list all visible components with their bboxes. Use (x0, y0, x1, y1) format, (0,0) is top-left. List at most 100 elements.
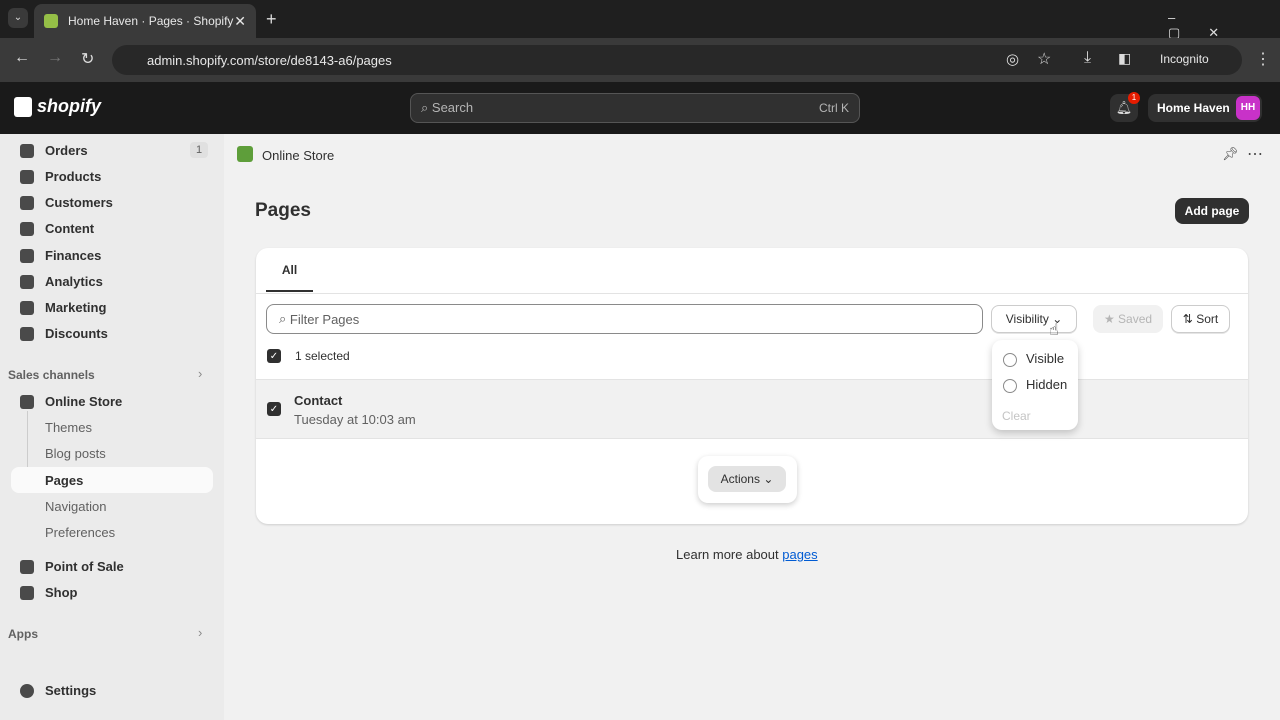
avatar: HH (1236, 96, 1260, 120)
window-controls[interactable]: –▢✕ (1168, 10, 1280, 41)
learn-more-label: Learn more about (676, 547, 783, 562)
search-icon: ⌕ (279, 311, 290, 326)
bank-icon (20, 248, 34, 263)
nav-label: Marketing (45, 300, 107, 315)
saved-button[interactable]: ★ Saved (1093, 305, 1163, 333)
sidebar-item-settings[interactable]: Settings (20, 683, 96, 698)
sidebar-item-blog-posts[interactable]: Blog posts (45, 446, 106, 461)
saved-label: Saved (1118, 312, 1153, 326)
store-menu[interactable]: Home Haven HH (1148, 94, 1262, 122)
more-icon[interactable]: ⋯ (1247, 144, 1263, 164)
active-item-bg (11, 467, 213, 493)
sidebar-item-themes[interactable]: Themes (45, 420, 92, 435)
notifications-button[interactable]: 🔔︎ 1 (1110, 92, 1140, 122)
sidebar-item-point-of-sale[interactable]: Point of Sale (20, 559, 124, 574)
nav-label: Customers (45, 195, 113, 210)
visibility-filter-button[interactable]: Visibility ⌄ (991, 305, 1077, 333)
clear-button[interactable]: Clear (1002, 409, 1031, 423)
chevron-down-icon: ⌄ (763, 472, 774, 486)
tab-label: All (281, 263, 298, 277)
nav-label: Analytics (45, 274, 103, 289)
back-icon[interactable]: ← (14, 49, 30, 67)
sidebar-item-finances[interactable]: Finances (20, 248, 101, 263)
target-icon (20, 300, 34, 315)
chevron-right-icon[interactable]: › (198, 366, 202, 381)
url-field[interactable]: admin.shopify.com/store/de8143-a6/pages (112, 45, 1242, 75)
chevron-right-icon[interactable]: › (198, 625, 202, 640)
nav-label: Finances (45, 248, 102, 263)
forward-icon[interactable]: → (47, 49, 63, 67)
sidebar-item-analytics[interactable]: Analytics (20, 274, 103, 289)
image-icon (20, 221, 34, 236)
option-hidden[interactable]: Hidden (1003, 377, 1067, 393)
sidebar-item-preferences[interactable]: Preferences (45, 525, 115, 540)
pin-icon[interactable]: 📌︎ (1222, 146, 1239, 162)
pos-icon (20, 559, 34, 574)
sidebar-item-marketing[interactable]: Marketing (20, 300, 106, 315)
notification-badge: 1 (1128, 92, 1140, 104)
filter-pages-input[interactable]: ⌕ Filter Pages (266, 304, 983, 334)
page-title: Pages (255, 200, 311, 221)
tag-icon (20, 169, 34, 184)
new-tab-button[interactable]: + (266, 9, 277, 30)
sidebar-item-discounts[interactable]: Discounts (20, 326, 108, 341)
nav-label: Content (45, 221, 95, 236)
incognito-badge[interactable]: Incognito (1150, 46, 1219, 72)
select-all-checkbox[interactable]: ✓ (267, 349, 281, 363)
store-name: Home Haven (1157, 101, 1230, 115)
sort-label: Sort (1196, 312, 1219, 326)
star-icon[interactable]: ☆ (1037, 49, 1051, 69)
pages-help-link[interactable]: pages (782, 547, 817, 562)
search-shortcut: Ctrl K (819, 101, 849, 115)
app-title: Online Store (262, 148, 335, 163)
browser-tab[interactable]: Home Haven · Pages · Shopify ✕ (34, 4, 256, 38)
logo-text: shopify (37, 96, 102, 116)
shop-icon (20, 585, 34, 600)
sidepanel-icon[interactable]: ◧ (1118, 50, 1131, 67)
apps-heading[interactable]: Apps (8, 627, 38, 641)
nav-label: Online Store (45, 394, 123, 409)
table-row[interactable] (256, 379, 1248, 439)
sidebar-item-pages[interactable]: Pages (45, 473, 83, 488)
sidebar-item-shop[interactable]: Shop (20, 585, 78, 600)
shopify-favicon-icon (44, 14, 58, 28)
download-icon[interactable]: ⤓ (1084, 49, 1091, 67)
orders-icon (20, 143, 34, 158)
shopify-bag-icon (14, 96, 32, 117)
row-checkbox[interactable]: ✓ (267, 402, 281, 416)
nav-label: Discounts (45, 326, 108, 341)
option-visible[interactable]: Visible (1003, 351, 1064, 367)
url-text: admin.shopify.com/store/de8143-a6/pages (147, 52, 392, 68)
bar-chart-icon (20, 274, 34, 289)
page-title-cell[interactable]: Contact (294, 393, 342, 408)
sidebar-item-products[interactable]: Products (20, 169, 101, 184)
add-page-button[interactable]: Add page (1175, 198, 1249, 224)
shopify-logo[interactable]: shopify (14, 96, 101, 117)
sidebar-item-orders[interactable]: Orders (20, 143, 88, 158)
sidebar-item-content[interactable]: Content (20, 221, 94, 236)
option-label: Hidden (1026, 377, 1068, 392)
close-tab-icon[interactable]: ✕ (234, 13, 246, 30)
reload-icon[interactable]: ↻ (81, 49, 94, 69)
nav-label: Products (45, 169, 102, 184)
browser-menu-icon[interactable]: ⋮ (1255, 49, 1271, 69)
selected-count: 1 selected (295, 349, 350, 363)
radio-hidden[interactable] (1003, 378, 1017, 393)
tab-all[interactable]: All (266, 258, 313, 292)
sort-button[interactable]: ⇅ Sort (1171, 305, 1230, 333)
eye-off-icon[interactable]: ◎ (1006, 50, 1019, 68)
person-icon (20, 195, 34, 210)
sidebar-item-navigation[interactable]: Navigation (45, 499, 106, 514)
radio-visible[interactable] (1003, 352, 1017, 367)
search-input[interactable]: ⌕ Search Ctrl K (410, 93, 860, 123)
sidebar-item-online-store[interactable]: Online Store (20, 394, 122, 409)
tab-list-button[interactable]: ⌄ (8, 8, 28, 28)
actions-button[interactable]: Actions ⌄ (708, 466, 786, 492)
nav-label: Orders (45, 143, 88, 158)
star-icon: ★ (1103, 312, 1119, 326)
incognito-label: Incognito (1160, 52, 1209, 66)
filter-placeholder: Filter Pages (289, 311, 360, 327)
sales-channels-heading[interactable]: Sales channels (8, 368, 95, 382)
sidebar-item-customers[interactable]: Customers (20, 195, 113, 210)
page-date-cell: Tuesday at 10:03 am (294, 412, 416, 427)
